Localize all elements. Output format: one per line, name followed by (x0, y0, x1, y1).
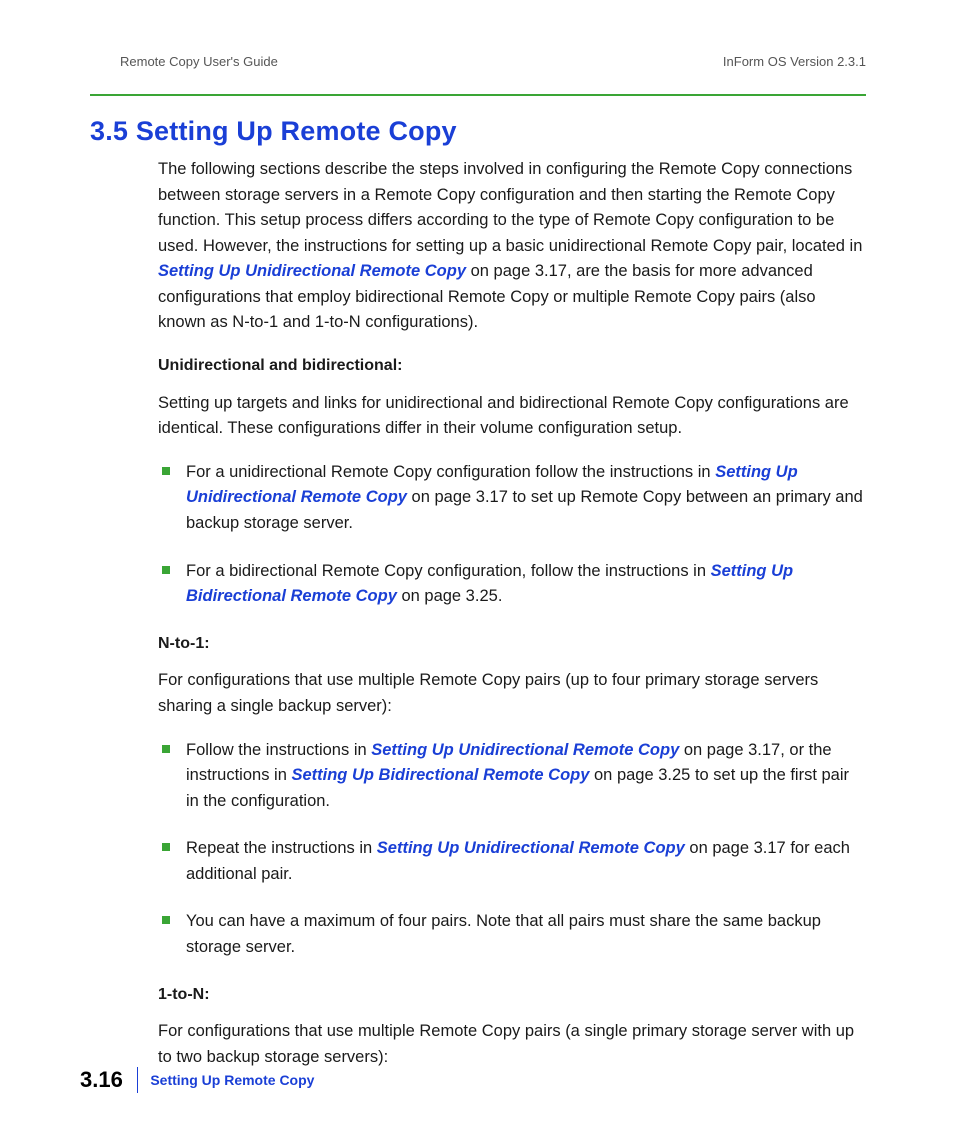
body: The following sections describe the step… (158, 157, 866, 1070)
content-area: 3.5 Setting Up Remote Copy The following… (90, 116, 866, 1088)
page-number: 3.16 (80, 1067, 137, 1093)
li-text: Follow the instructions in (186, 741, 371, 759)
page-ref: on page 3.25 (397, 587, 498, 605)
footer-section-title: Setting Up Remote Copy (150, 1072, 314, 1088)
page-ref: on page 3.25 (589, 766, 690, 784)
header-rule (90, 94, 866, 96)
subhead-nto1: N-to-1: (158, 632, 866, 657)
li-text: Repeat the instructions in (186, 839, 377, 857)
li-text-after: . (498, 587, 503, 605)
list-item: Follow the instructions in Setting Up Un… (158, 738, 866, 815)
link-unidirectional-setup[interactable]: Setting Up Unidirectional Remote Copy (371, 741, 679, 759)
list-item: Repeat the instructions in Setting Up Un… (158, 836, 866, 887)
unibi-list: For a unidirectional Remote Copy configu… (158, 460, 866, 610)
page-ref: on page 3.17 (685, 839, 786, 857)
li-text: For a bidirectional Remote Copy configur… (186, 562, 711, 580)
list-item: For a unidirectional Remote Copy configu… (158, 460, 866, 537)
link-bidirectional-setup[interactable]: Setting Up Bidirectional Remote Copy (291, 766, 589, 784)
1ton-para: For configurations that use multiple Rem… (158, 1019, 866, 1070)
header-right: InForm OS Version 2.3.1 (723, 54, 866, 69)
link-unidirectional-setup[interactable]: Setting Up Unidirectional Remote Copy (158, 262, 466, 280)
footer-separator (137, 1067, 139, 1093)
li-text: For a unidirectional Remote Copy configu… (186, 463, 715, 481)
unibi-para: Setting up targets and links for unidire… (158, 391, 866, 442)
running-header: Remote Copy User's Guide InForm OS Versi… (120, 54, 866, 69)
header-left: Remote Copy User's Guide (120, 54, 278, 69)
nto1-list: Follow the instructions in Setting Up Un… (158, 738, 866, 961)
page-ref: on page 3.17 (679, 741, 780, 759)
page-ref: on page 3.17 (466, 262, 567, 280)
section-heading: 3.5 Setting Up Remote Copy (90, 116, 866, 147)
subhead-unibi: Unidirectional and bidirectional: (158, 354, 866, 379)
page-ref: on page 3.17 (407, 488, 508, 506)
footer: 3.16 Setting Up Remote Copy (80, 1067, 314, 1093)
list-item: You can have a maximum of four pairs. No… (158, 909, 866, 960)
subhead-1ton: 1-to-N: (158, 983, 866, 1008)
intro-text: The following sections describe the step… (158, 160, 862, 255)
link-unidirectional-setup[interactable]: Setting Up Unidirectional Remote Copy (377, 839, 685, 857)
li-text: You can have a maximum of four pairs. No… (186, 912, 821, 956)
intro-paragraph: The following sections describe the step… (158, 157, 866, 336)
nto1-para: For configurations that use multiple Rem… (158, 668, 866, 719)
list-item: For a bidirectional Remote Copy configur… (158, 559, 866, 610)
page: Remote Copy User's Guide InForm OS Versi… (0, 0, 954, 1145)
